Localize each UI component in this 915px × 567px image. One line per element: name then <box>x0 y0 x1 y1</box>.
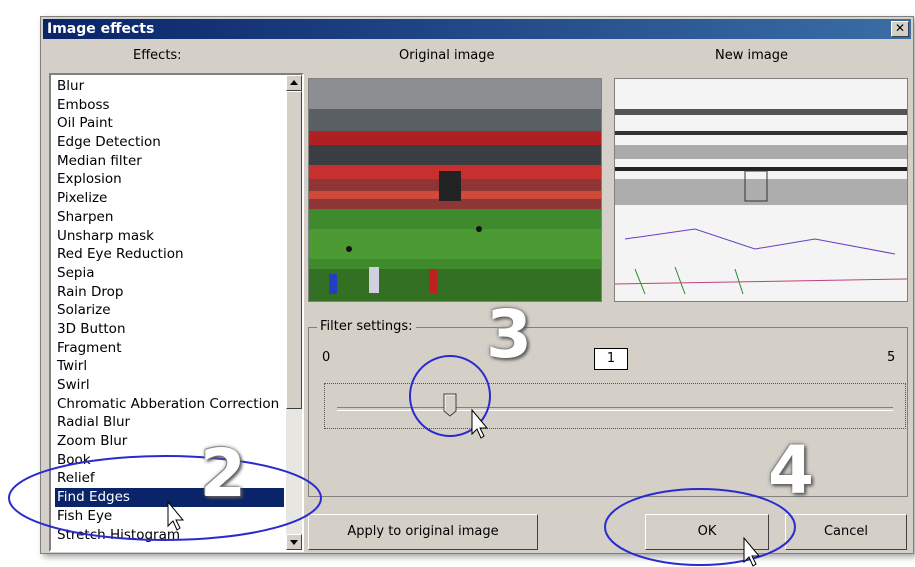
cursor-icon <box>743 536 761 567</box>
annotation-circle-4 <box>604 488 796 566</box>
annotation-circle-2 <box>8 455 322 541</box>
annotation-step-3: 3 <box>486 296 532 373</box>
annotation-step-2: 2 <box>200 435 246 512</box>
annotation-step-4: 4 <box>768 432 814 509</box>
cursor-icon <box>167 500 185 531</box>
